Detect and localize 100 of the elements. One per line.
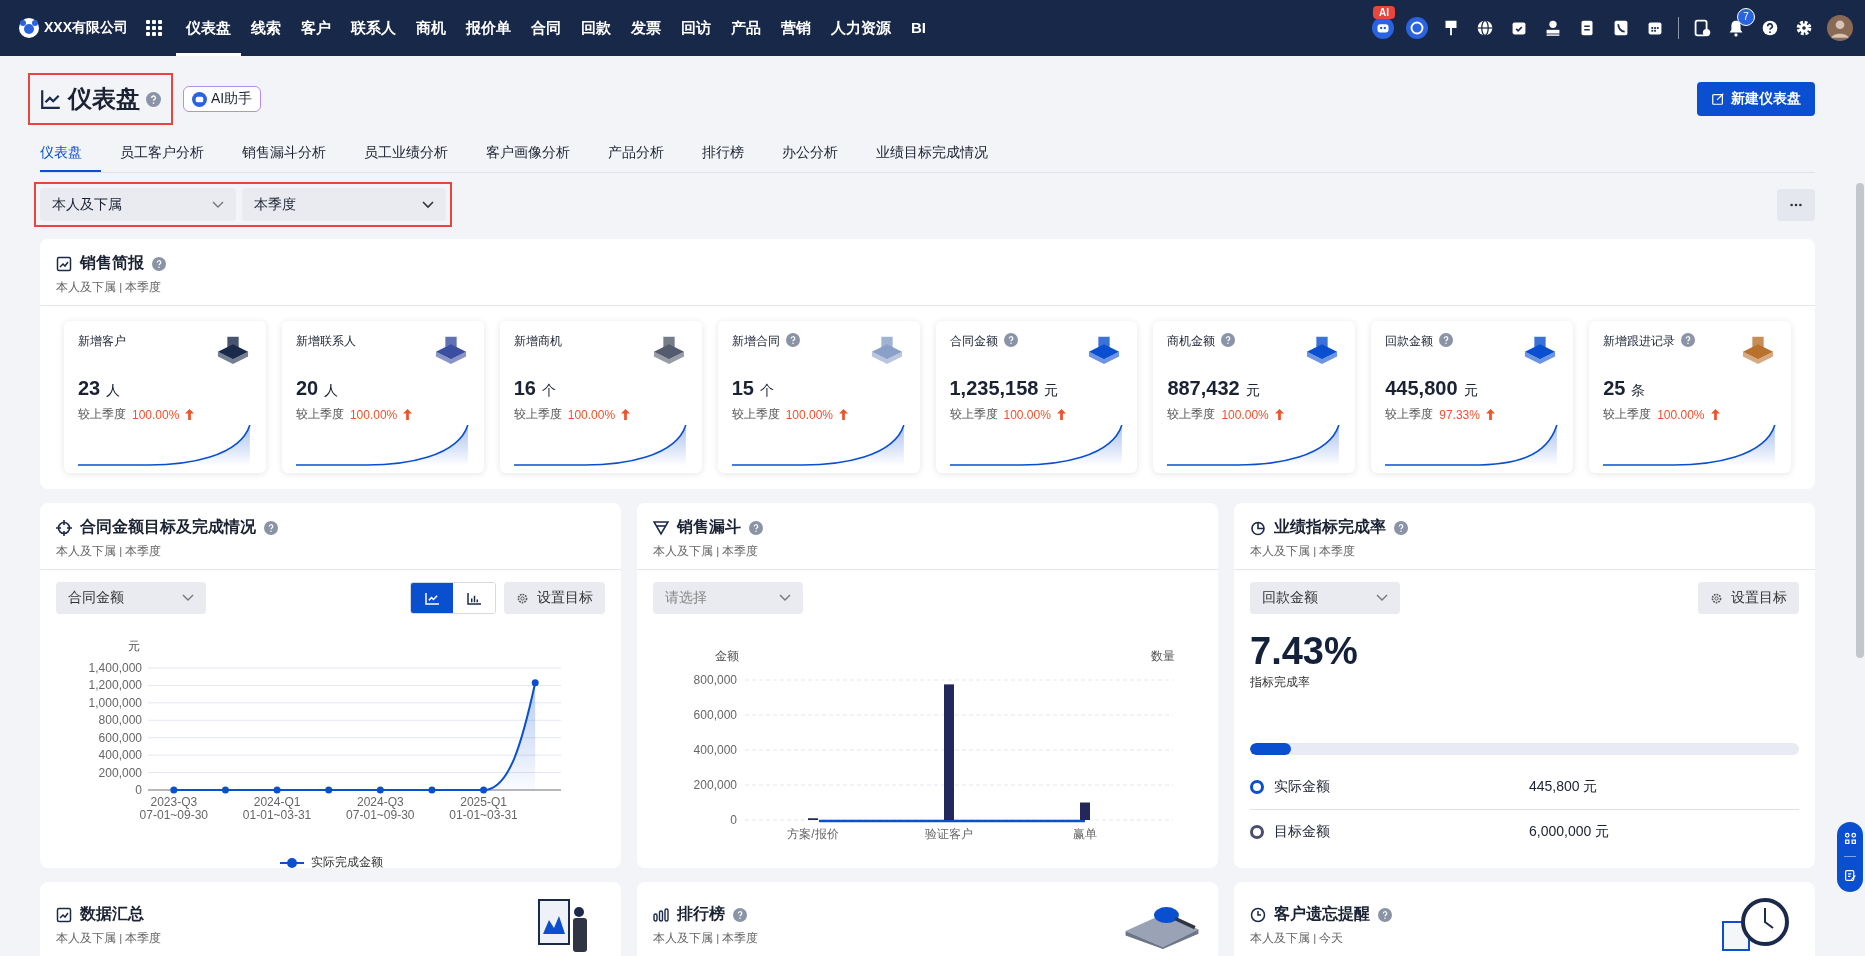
kpi-value: 445,800 <box>1385 377 1458 400</box>
y-tick-label: 200,000 <box>98 765 142 780</box>
nav-menu-item[interactable]: 营销 <box>771 0 821 56</box>
kpi-unit: 个 <box>542 382 556 400</box>
y2-axis-title: 数量 <box>1151 649 1175 663</box>
kpi-card[interactable]: 新增跟进记录 25 条 较上季度 100.00% <box>1589 321 1791 473</box>
nav-menu-item[interactable]: 回访 <box>671 0 721 56</box>
nav-menu-item[interactable]: 产品 <box>721 0 771 56</box>
nav-menu-item[interactable]: 联系人 <box>341 0 406 56</box>
kpi-unit: 元 <box>1245 382 1260 400</box>
y-tick-label: 200,000 <box>693 778 737 792</box>
card-title: 客户遗忘提醒 <box>1274 904 1370 924</box>
kpi-label: 新增跟进记录 <box>1603 333 1676 350</box>
kpi-value: 25 <box>1603 377 1626 400</box>
kpi-value: 23 <box>78 377 101 400</box>
legend-label: 实际完成金额 <box>310 854 383 871</box>
nav-menu-item[interactable]: 合同 <box>521 0 571 56</box>
nav-menu-item[interactable]: 发票 <box>621 0 671 56</box>
company-name: XXX有限公司 <box>44 19 128 37</box>
card-subtitle: 本人及下属 | 本季度 <box>653 544 760 559</box>
set-target-button[interactable]: 设置目标 <box>1698 582 1799 614</box>
compare-label: 较上季度 <box>1167 406 1216 423</box>
y-tick-label: 600,000 <box>693 708 737 722</box>
x-tick-label: 赢单 <box>1073 827 1097 841</box>
kpi-card[interactable]: 回款金额 445,800 元 较上季度 97.33% <box>1371 321 1574 473</box>
y-tick-label: 1,200,000 <box>88 678 142 693</box>
kpi-value: 15 <box>731 377 754 400</box>
legend-value: 6,000,000 元 <box>1529 823 1610 841</box>
kpi-label: 新增商机 <box>513 333 562 350</box>
x-tick-label: 2024-Q1 01-01~03-31 <box>242 795 312 822</box>
change-percent: 100.00% <box>132 407 180 422</box>
kpi-card[interactable]: 商机金额 887,432 元 较上季度 100.00% <box>1153 321 1356 473</box>
tab[interactable]: 客户画像分析 <box>467 134 589 172</box>
tab[interactable]: 业绩目标完成情况 <box>857 134 1007 172</box>
nav-menu-item[interactable]: 商机 <box>406 0 456 56</box>
nav-menu-item[interactable]: BI <box>901 0 936 56</box>
nav-menu-item[interactable]: 仪表盘 <box>176 0 241 56</box>
change-percent: 100.00% <box>1003 407 1051 422</box>
card-title: 数据汇总 <box>80 904 144 924</box>
change-percent: 100.00% <box>567 407 616 422</box>
change-percent: 100.00% <box>1221 407 1269 422</box>
y-axis-unit: 元 <box>128 639 140 653</box>
period-select[interactable]: 本季度 <box>242 188 446 221</box>
tab[interactable]: 产品分析 <box>589 134 683 172</box>
y-tick-label: 0 <box>730 813 737 827</box>
kpi-card[interactable]: 新增商机 16 个 较上季度 100.00% <box>499 321 702 473</box>
compare-label: 较上季度 <box>295 406 344 423</box>
nav-menu-item[interactable]: 报价单 <box>456 0 521 56</box>
scope-select[interactable]: 本人及下属 <box>40 188 236 221</box>
kpi-unit: 元 <box>1463 382 1478 400</box>
metric-select[interactable]: 回款金额 <box>1250 582 1400 614</box>
x-tick-label: 2025-Q1 01-01~03-31 <box>449 795 518 822</box>
kpi-card[interactable]: 新增客户 23 人 较上季度 100.00% <box>64 321 266 473</box>
tab[interactable]: 销售漏斗分析 <box>223 134 345 172</box>
x-tick-label: 2024-Q3 07-01~09-30 <box>346 795 415 822</box>
kpi-value: 1,235,158 <box>949 377 1039 400</box>
compare-label: 较上季度 <box>731 406 780 423</box>
x-tick-label: 方案/报价 <box>787 827 839 841</box>
card-title: 销售简报 <box>80 253 144 273</box>
tab[interactable]: 仪表盘 <box>40 134 101 172</box>
compare-label: 较上季度 <box>1603 406 1652 423</box>
compare-label: 较上季度 <box>78 406 126 423</box>
kpi-label: 新增联系人 <box>295 333 356 350</box>
rate-label: 指标完成率 <box>1250 674 1311 691</box>
kpi-label: 回款金额 <box>1385 333 1434 350</box>
kpi-label: 新增客户 <box>78 333 126 350</box>
compare-label: 较上季度 <box>513 406 562 423</box>
kpi-value: 16 <box>513 377 536 400</box>
kpi-unit: 人 <box>324 382 339 400</box>
kpi-label: 商机金额 <box>1167 333 1216 350</box>
kpi-card[interactable]: 合同金额 1,235,158 元 较上季度 100.00% <box>935 321 1138 473</box>
nav-menu-item[interactable]: 回款 <box>571 0 621 56</box>
card-subtitle: 本人及下属 | 本季度 <box>653 931 759 946</box>
new-dashboard-button[interactable]: 新建仪表盘 <box>1697 82 1815 116</box>
kpi-label: 合同金额 <box>949 333 998 350</box>
kpi-unit: 元 <box>1044 382 1059 400</box>
tab[interactable]: 员工业绩分析 <box>345 134 467 172</box>
x-tick-label: 2023-Q3 07-01~09-30 <box>139 795 208 822</box>
card-title: 业绩指标完成率 <box>1274 517 1386 537</box>
nav-menu-item[interactable]: 客户 <box>291 0 341 56</box>
card-title: 销售漏斗 <box>677 517 741 537</box>
nav-menu-item[interactable]: 人力资源 <box>821 0 901 56</box>
legend-label: 实际金额 <box>1274 778 1331 796</box>
tab[interactable]: 排行榜 <box>683 134 763 172</box>
kpi-value: 887,432 <box>1167 377 1240 400</box>
kpi-card[interactable]: 新增合同 15 个 较上季度 100.00% <box>717 321 920 473</box>
card-title: 合同金额目标及完成情况 <box>80 517 256 537</box>
compare-label: 较上季度 <box>1385 406 1434 423</box>
kpi-label: 新增合同 <box>731 333 780 350</box>
nav-menu-item[interactable]: 线索 <box>241 0 291 56</box>
completion-rate: 7.43% <box>1250 632 1359 670</box>
set-target-button[interactable]: 设置目标 <box>504 582 605 614</box>
tab[interactable]: 员工客户分析 <box>101 134 223 172</box>
notification-badge: 7 <box>1737 8 1755 26</box>
change-percent: 100.00% <box>785 407 833 422</box>
kpi-card[interactable]: 新增联系人 20 人 较上季度 100.00% <box>281 321 484 473</box>
metric-select[interactable]: 合同金额 <box>56 582 206 614</box>
tab[interactable]: 办公分析 <box>763 134 857 172</box>
ai-assistant-button[interactable]: AI助手 <box>183 86 262 112</box>
change-percent: 100.00% <box>349 407 398 422</box>
